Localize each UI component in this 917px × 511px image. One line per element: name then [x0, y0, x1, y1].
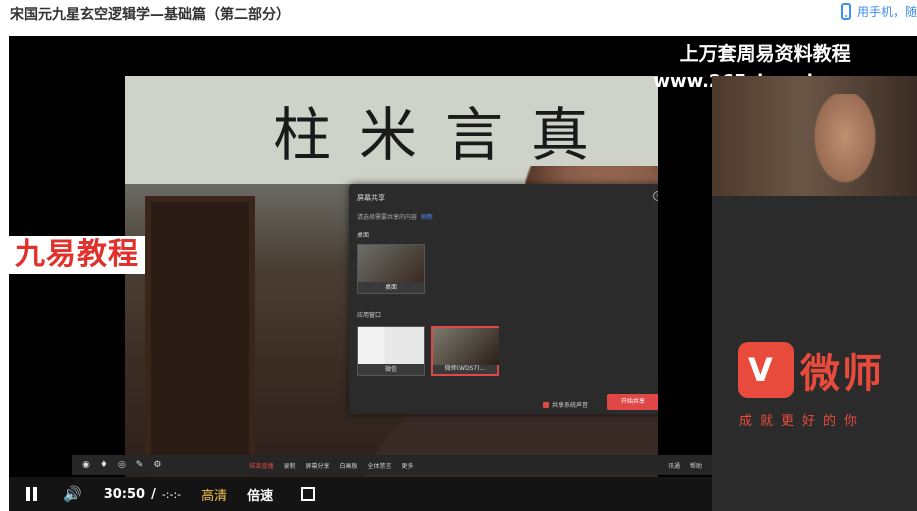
whiteboard-button[interactable]: 白画板 — [339, 461, 357, 470]
share-audio-label: 共享系统声音 — [552, 402, 589, 409]
weishi-logo-text: 微师 — [800, 351, 884, 397]
weishi-preview — [433, 328, 499, 365]
tools-icon[interactable]: ✎ — [136, 460, 144, 470]
share-audio-checkbox[interactable]: 共享系统声音 — [543, 400, 588, 409]
main-video-frame[interactable]: 柱米言真 屏幕共享 × 请选择需要共享的内容刷新 桌面 桌面 应用窗口 微信 微… — [125, 76, 658, 496]
side-panel: V 微师 成就更好的你 — [712, 76, 917, 511]
duration: -:-:- — [161, 487, 182, 501]
gear-icon[interactable]: ⚙ — [153, 460, 161, 470]
dialog-hint: 请选择需要共享的内容 刷新 — [357, 212, 433, 221]
quality-button[interactable]: 高清 — [201, 485, 227, 504]
mobile-link-label: 用手机，随 — [856, 5, 917, 19]
screen-share-dialog: 屏幕共享 × 请选择需要共享的内容刷新 桌面 桌面 应用窗口 微信 微师(WDS… — [349, 184, 658, 414]
wechat-preview — [358, 327, 424, 364]
player-controls: 🔊 30:50 / -:-:- 高清 倍速 — [9, 477, 712, 511]
desktop-preview — [358, 245, 424, 282]
xuntong-button[interactable]: 讯通 — [668, 461, 680, 470]
refresh-link[interactable]: 刷新 — [421, 214, 433, 221]
time-separator: / — [151, 486, 156, 502]
live-app-toolbar: ◉ ♦ ◎ ✎ ⚙ 结束直播 录制 屏幕分享 白画板 全体禁言 更多 讯通 帮助 — [72, 455, 712, 475]
more-button[interactable]: 更多 — [402, 461, 414, 470]
logo-mark-letter: V — [748, 351, 773, 389]
toolbar-right: 讯通 帮助 — [668, 461, 702, 470]
phone-icon — [840, 3, 851, 20]
record-button[interactable]: 录制 — [283, 461, 295, 470]
end-live-button[interactable]: 结束直播 — [249, 461, 273, 470]
mobile-watch-link[interactable]: 用手机，随 — [840, 3, 917, 20]
start-share-button[interactable]: 开始共享 — [607, 394, 658, 410]
weishi-slogan: 成就更好的你 — [739, 414, 866, 429]
desktop-thumbnail[interactable]: 桌面 — [357, 244, 425, 294]
dialog-hint-text: 请选择需要共享的内容 — [357, 214, 418, 221]
window-thumbnail-label: 微信 — [384, 366, 397, 373]
volume-icon[interactable]: 🔊 — [63, 485, 82, 503]
mic-icon[interactable]: ♦ — [100, 460, 108, 470]
dialog-title: 屏幕共享 — [357, 194, 385, 202]
calligraphy-text: 柱米言真 — [273, 101, 618, 169]
window-thumbnail-weishi[interactable]: 微师(WDS7)... — [431, 326, 499, 376]
speed-button[interactable]: 倍速 — [247, 485, 273, 504]
video-player[interactable]: 柱米言真 屏幕共享 × 请选择需要共享的内容刷新 桌面 桌面 应用窗口 微信 微… — [9, 36, 917, 511]
section-windows-label: 应用窗口 — [357, 312, 382, 319]
checkbox-checked-icon — [543, 401, 549, 408]
jiuyi-banner: 九易教程 — [9, 236, 145, 274]
window-thumbnail-wechat[interactable]: 微信 — [357, 326, 425, 376]
fullscreen-icon[interactable] — [301, 487, 316, 501]
weishi-logo: V 微师 — [738, 341, 884, 399]
current-time: 30:50 — [103, 486, 146, 502]
screen-share-button[interactable]: 屏幕分享 — [305, 461, 329, 470]
weishi-logo-icon: V — [738, 342, 794, 398]
desktop-thumbnail-label: 桌面 — [384, 284, 397, 291]
top-bar: 宋国元九星玄空逻辑学—基础篇（第二部分） 用手机，随 — [0, 0, 917, 36]
camera-icon[interactable]: ◉ — [82, 460, 90, 470]
page-title: 宋国元九星玄空逻辑学—基础篇（第二部分） — [10, 7, 290, 23]
speaker-icon[interactable]: ◎ — [118, 460, 126, 470]
section-desktop-label: 桌面 — [357, 232, 370, 239]
mute-all-button[interactable]: 全体禁言 — [367, 461, 391, 470]
pause-icon[interactable] — [25, 487, 39, 501]
watermark-line1: 上万套周易资料教程 — [679, 43, 851, 65]
window-thumbnail-label: 微师(WDS7)... — [444, 365, 486, 372]
presenter-face — [810, 94, 880, 189]
close-icon[interactable]: × — [653, 191, 658, 201]
bookshelf — [145, 196, 255, 476]
presenter-camera-feed — [712, 76, 917, 196]
help-button[interactable]: 帮助 — [690, 461, 702, 470]
